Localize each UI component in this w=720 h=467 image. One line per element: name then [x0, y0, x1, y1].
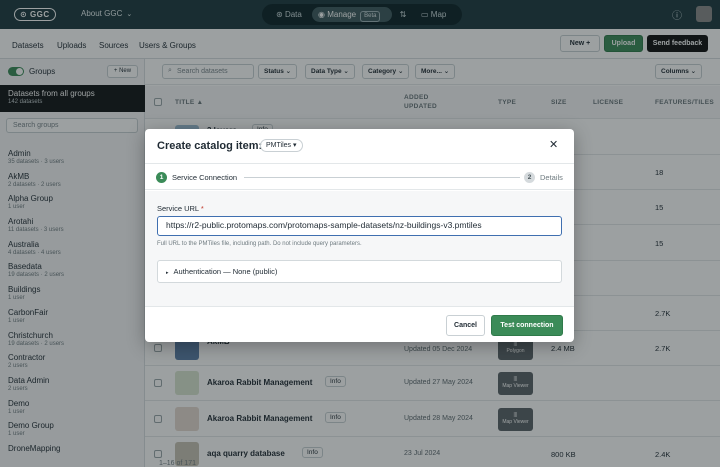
service-url-help: Full URL to the PMTiles file, including … [157, 241, 362, 247]
type-pill[interactable]: PMTiles ▾ [260, 139, 303, 152]
service-url-label: Service URL * [157, 204, 204, 213]
cancel-button[interactable]: Cancel [446, 315, 485, 336]
service-url-input[interactable]: https://r2-public.protomaps.com/protomap… [157, 216, 562, 236]
step-2-number: 2 [524, 172, 535, 183]
stepper: 1 Service Connection 2 Details [145, 163, 574, 190]
caret-down-icon: ▾ [292, 142, 297, 149]
test-connection-button[interactable]: Test connection [491, 315, 563, 336]
caret-right-icon: ▸ [166, 270, 169, 276]
modal-body: Service URL * https://r2-public.protomap… [145, 191, 574, 306]
step-2-label: Details [540, 173, 563, 182]
step-connector [244, 177, 520, 178]
modal-title: Create catalog item: [157, 140, 263, 152]
close-icon[interactable]: ✕ [549, 138, 558, 151]
create-catalog-modal: Create catalog item: PMTiles ▾ ✕ 1 Servi… [145, 129, 574, 342]
modal-footer: Cancel Test connection [145, 306, 574, 342]
authentication-section[interactable]: ▸ Authentication — None (public) [157, 260, 562, 283]
step-1-label: Service Connection [172, 173, 238, 182]
step-1-number: 1 [156, 172, 167, 183]
